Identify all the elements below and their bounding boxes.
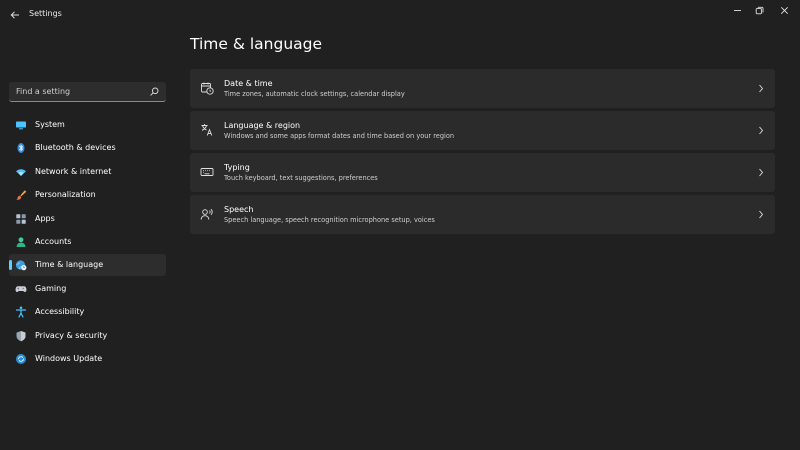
sidebar-item-label: Accounts <box>35 236 72 246</box>
card-title: Language & region <box>224 121 301 130</box>
sidebar-item-label: Bluetooth & devices <box>35 143 116 153</box>
back-arrow-icon <box>10 11 19 19</box>
brush-icon <box>15 189 27 201</box>
monitor-icon <box>15 119 27 131</box>
sidebar-item-label: Personalization <box>35 190 96 200</box>
settings-cards: Date & time Time zones, automatic clock … <box>190 69 775 237</box>
close-icon <box>780 6 788 14</box>
sidebar-item-privacy-security[interactable]: Privacy & security <box>9 325 166 347</box>
card-typing[interactable]: Typing Touch keyboard, text suggestions,… <box>190 153 775 192</box>
minimize-button[interactable] <box>730 4 744 16</box>
speech-icon <box>200 207 214 221</box>
sidebar-item-time-language[interactable]: Time & language <box>9 254 166 277</box>
title-bar: Settings <box>0 0 800 30</box>
chevron-right-icon <box>757 125 765 135</box>
selection-indicator <box>9 260 12 271</box>
update-icon <box>15 353 27 365</box>
chevron-right-icon <box>757 209 765 219</box>
search-input[interactable] <box>9 82 149 101</box>
bluetooth-icon <box>15 142 27 154</box>
sidebar-item-label: Privacy & security <box>35 330 108 340</box>
minimize-icon <box>733 9 741 11</box>
sidebar-item-bluetooth-devices[interactable]: Bluetooth & devices <box>9 137 166 159</box>
sidebar-item-label: Network & internet <box>35 166 112 176</box>
sidebar-item-accounts[interactable]: Accounts <box>9 231 166 253</box>
shield-icon <box>15 330 27 342</box>
sidebar-item-accessibility[interactable]: Accessibility <box>9 301 166 323</box>
sidebar-nav: System Bluetooth & devices Network & int… <box>9 114 166 371</box>
apps-icon <box>15 213 27 225</box>
person-icon <box>15 236 27 248</box>
card-description: Windows and some apps format dates and t… <box>224 132 455 140</box>
card-speech[interactable]: Speech Speech language, speech recogniti… <box>190 195 775 234</box>
search-box <box>9 82 166 102</box>
card-title: Speech <box>224 205 254 214</box>
card-description: Speech language, speech recognition micr… <box>224 216 435 224</box>
gamepad-icon <box>15 283 27 295</box>
sidebar-item-system[interactable]: System <box>9 114 166 136</box>
calendar-clock-icon <box>200 81 214 95</box>
sidebar-item-apps[interactable]: Apps <box>9 208 166 230</box>
chevron-right-icon <box>757 167 765 177</box>
back-button[interactable] <box>6 6 24 24</box>
sidebar-item-gaming[interactable]: Gaming <box>9 278 166 300</box>
card-description: Time zones, automatic clock settings, ca… <box>224 90 405 98</box>
card-language-region[interactable]: Language & region Windows and some apps … <box>190 111 775 150</box>
accessibility-icon <box>15 306 27 318</box>
card-description: Touch keyboard, text suggestions, prefer… <box>224 174 378 182</box>
sidebar-item-label: Windows Update <box>35 353 103 363</box>
app-title: Settings <box>29 9 62 18</box>
sidebar-item-personalization[interactable]: Personalization <box>9 184 166 206</box>
sidebar-item-label: Accessibility <box>35 307 85 317</box>
sidebar-item-network-internet[interactable]: Network & internet <box>9 161 166 183</box>
card-title: Date & time <box>224 79 273 88</box>
globe-clock-icon <box>15 259 27 271</box>
keyboard-icon <box>200 165 214 179</box>
close-button[interactable] <box>777 4 791 16</box>
search-icon[interactable] <box>149 86 160 97</box>
sidebar-item-label: Time & language <box>35 260 104 270</box>
card-title: Typing <box>224 163 250 172</box>
page-title: Time & language <box>190 35 323 53</box>
sidebar-item-label: System <box>35 120 65 129</box>
language-icon <box>200 123 214 137</box>
restore-icon <box>755 6 763 14</box>
chevron-right-icon <box>757 83 765 93</box>
sidebar-item-windows-update[interactable]: Windows Update <box>9 348 166 370</box>
sidebar-item-label: Apps <box>35 213 55 223</box>
wifi-icon <box>15 166 27 178</box>
restore-button[interactable] <box>752 4 766 16</box>
sidebar-item-label: Gaming <box>35 283 67 293</box>
card-date-time[interactable]: Date & time Time zones, automatic clock … <box>190 69 775 108</box>
